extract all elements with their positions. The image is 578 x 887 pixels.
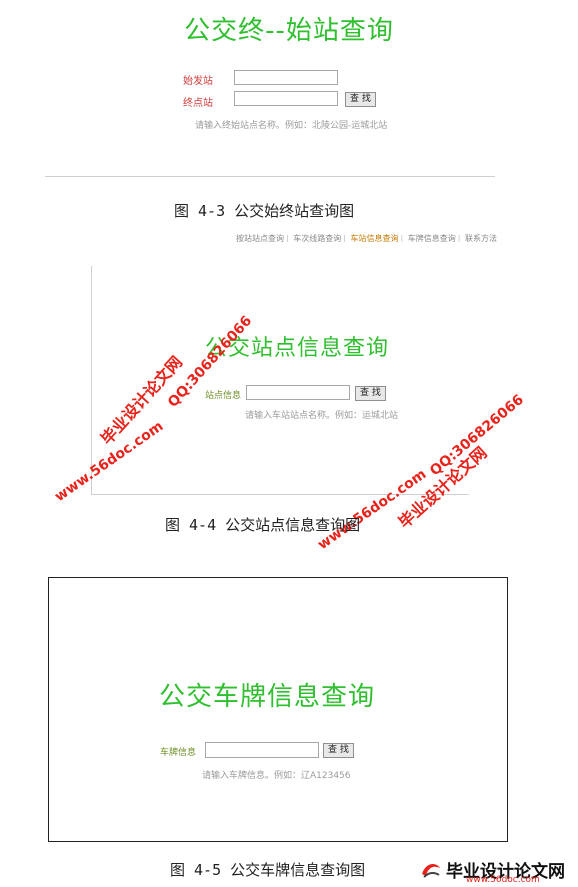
fig44-hint: 请输入车站站点名称。例如：运城北站 (245, 411, 399, 421)
start-station-label: 始发站 (183, 76, 213, 87)
station-info-label: 站点信息 (205, 391, 242, 401)
end-station-label: 终点站 (183, 98, 213, 109)
fig44-search-button[interactable]: 查 找 (355, 386, 386, 401)
fig43-caption: 图 4-3 公交始终站查询图 (174, 202, 355, 220)
logo-url: www.56doc.com (466, 875, 540, 885)
fig43-title: 公交终--始站查询 (184, 16, 394, 46)
fig44-nav-bar: 按站站点查询 | 车次线路查询 | 车站信息查询 | 车牌信息查询 | 联系方法 (236, 234, 497, 242)
plate-info-input[interactable] (205, 742, 319, 758)
fig43-divider (45, 176, 495, 177)
end-station-input[interactable] (234, 91, 338, 106)
fig45-search-button[interactable]: 查 找 (323, 743, 354, 758)
nav-item-active[interactable]: 车站信息查询 (351, 234, 399, 242)
fig43-hint: 请输入终始站点名称。例如：北陵公园-运城北站 (195, 121, 388, 131)
station-info-input[interactable] (246, 385, 350, 400)
nav-item[interactable]: 车牌信息查询 (408, 234, 456, 242)
plate-info-label: 车牌信息 (160, 748, 197, 758)
fig43-search-button[interactable]: 查 找 (345, 92, 376, 107)
fig44-caption: 图 4-4 公交站点信息查询图 (165, 516, 361, 534)
nav-item[interactable]: 车次线路查询 (293, 234, 341, 242)
fig45-hint: 请输入车牌信息。例如：辽A123456 (202, 771, 351, 781)
nav-item[interactable]: 按站站点查询 (236, 234, 284, 242)
logo-swirl-icon (420, 860, 442, 880)
fig45-title: 公交车牌信息查询 (158, 682, 375, 712)
fig44-left-border (91, 266, 92, 494)
fig45-caption: 图 4-5 公交车牌信息查询图 (170, 861, 366, 879)
nav-item[interactable]: 联系方法 (465, 234, 497, 242)
start-station-input[interactable] (234, 70, 338, 85)
